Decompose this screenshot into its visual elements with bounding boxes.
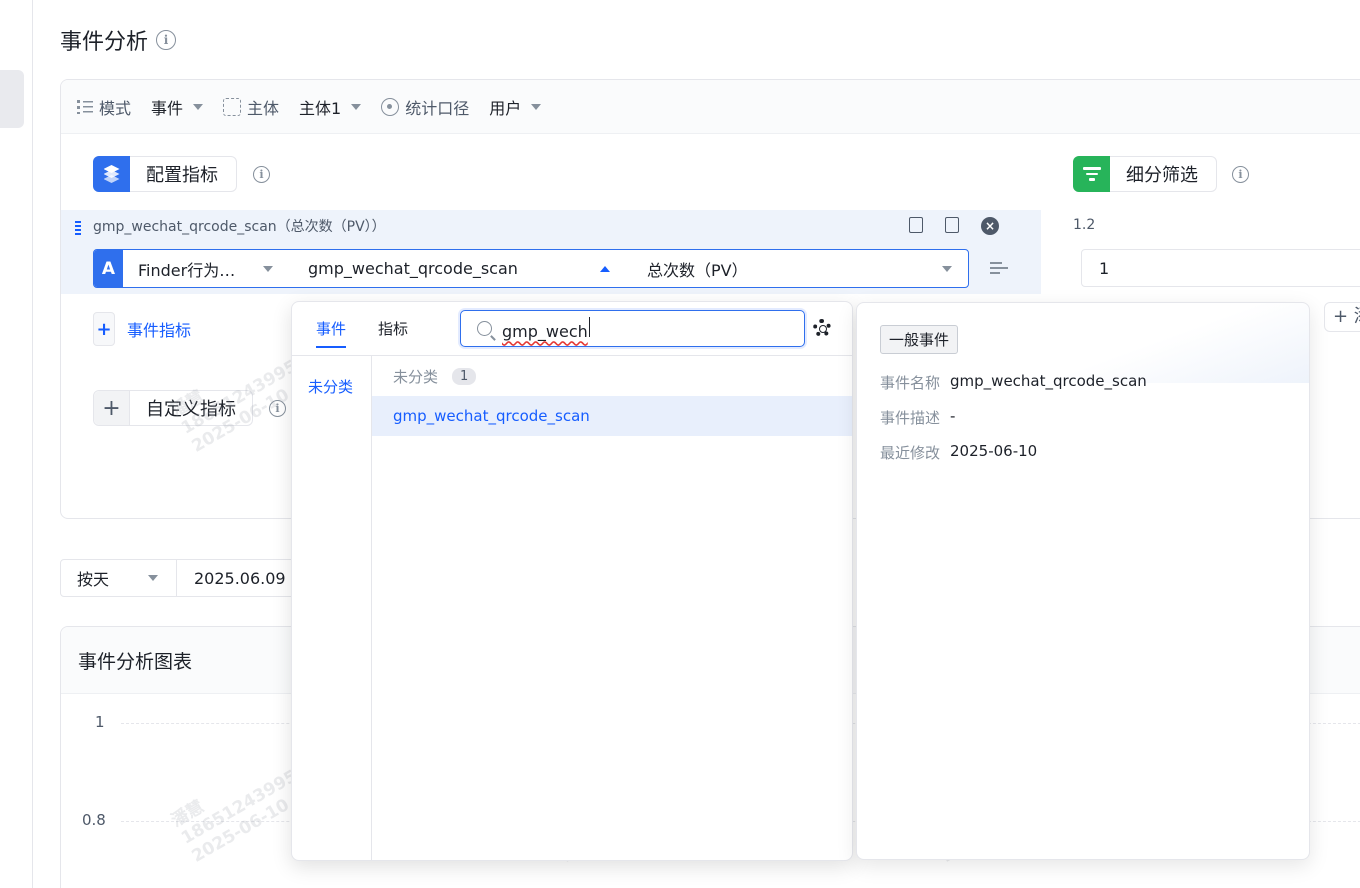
group-header: 未分类 1 [393, 366, 477, 387]
subject-label-text: 主体 [247, 98, 280, 118]
mode-label-text: 模式 [99, 98, 132, 118]
aggregation-value: 总次数（PV） [647, 260, 748, 280]
y-tick: 1 [95, 713, 105, 731]
formula-value: 1 [1099, 258, 1110, 278]
layers-icon [93, 156, 130, 192]
granularity-value: 按天 [77, 570, 110, 589]
picker-tabs: 事件 指标 [316, 318, 408, 348]
search-value: gmp_wech [502, 321, 588, 341]
source-select[interactable]: Finder行为… [123, 257, 293, 281]
chart-title: 事件分析图表 [78, 650, 193, 673]
rail-tab[interactable] [0, 70, 24, 128]
gear-icon[interactable] [813, 319, 831, 337]
metric-row-actions: × [909, 217, 999, 235]
subject-select[interactable]: 主体1 [299, 95, 362, 119]
chevron-down-icon [148, 575, 158, 581]
save-icon[interactable] [945, 217, 959, 233]
custom-metric-button[interactable]: + 自定义指标 [93, 390, 253, 426]
category-sidebar: 未分类 [292, 356, 372, 860]
event-select[interactable]: gmp_wechat_qrcode_scan [293, 259, 632, 278]
aggregation-select[interactable]: 总次数（PV） [632, 257, 968, 281]
event-detail-panel: 一般事件 事件名称 gmp_wechat_qrcode_scan 事件描述 - … [856, 302, 1310, 860]
detail-desc: 事件描述 - [880, 407, 955, 428]
tab-event[interactable]: 事件 [316, 318, 347, 348]
drag-handle-icon[interactable] [75, 221, 81, 235]
info-icon[interactable]: i [156, 30, 177, 50]
config-metric-button[interactable]: 配置指标 [93, 156, 237, 192]
list-item-label: gmp_wechat_qrcode_scan [393, 407, 590, 425]
chevron-up-icon [600, 265, 610, 272]
event-value: gmp_wechat_qrcode_scan [308, 259, 518, 278]
chevron-down-icon [531, 103, 542, 110]
detail-key: 事件名称 [880, 374, 941, 392]
detail-key: 事件描述 [880, 409, 941, 427]
list-icon [77, 99, 93, 115]
user-icon [223, 97, 242, 116]
toolbar: 模式 事件 主体 主体1 统计口径 用户 [61, 80, 1360, 134]
left-rail [0, 0, 33, 888]
date-range-value: 2025.06.09 - [194, 568, 297, 588]
metric-badge: A [94, 250, 123, 287]
detail-value: - [950, 407, 956, 425]
group-by-icon[interactable] [990, 262, 1008, 276]
page-title-text: 事件分析 [60, 30, 149, 55]
event-search-input[interactable]: gmp_wech [460, 310, 805, 347]
category-uncategorized[interactable]: 未分类 [308, 376, 353, 397]
target-icon [381, 97, 400, 116]
list-item[interactable]: gmp_wechat_qrcode_scan [372, 396, 852, 436]
event-type-tag: 一般事件 [880, 325, 959, 354]
info-icon[interactable]: i [1232, 166, 1249, 183]
detail-modified: 最近修改 2025-06-10 [880, 442, 1037, 463]
mode-select[interactable]: 事件 [151, 95, 204, 119]
filter-button[interactable]: 细分筛选 [1073, 156, 1217, 192]
chevron-down-icon [193, 103, 204, 110]
metric-select[interactable]: A Finder行为… gmp_wechat_qrcode_scan 总次数（P… [93, 249, 969, 288]
scope-value: 用户 [489, 98, 522, 118]
detail-value: gmp_wechat_qrcode_scan [950, 372, 1147, 390]
search-icon [477, 321, 492, 336]
scope-label: 统计口径 [381, 95, 469, 119]
chevron-down-icon [263, 265, 273, 272]
mode-label: 模式 [77, 95, 131, 119]
detail-key: 最近修改 [880, 444, 941, 462]
scope-label-text: 统计口径 [405, 98, 470, 118]
plus-icon: + [93, 312, 115, 346]
filter-icon [1073, 156, 1110, 192]
detail-value: 2025-06-10 [950, 442, 1038, 460]
add-event-metric[interactable]: + 事件指标 [93, 312, 191, 346]
y-tick: 0.8 [82, 811, 106, 829]
event-picker-dropdown: 事件 指标 gmp_wech 未分类 未分类 1 gmp_wechat_qrco… [291, 301, 853, 861]
close-icon[interactable]: × [981, 217, 999, 235]
scope-select[interactable]: 用户 [489, 95, 542, 119]
copy-icon[interactable] [909, 217, 923, 233]
plus-icon: + [94, 391, 130, 425]
chevron-down-icon [351, 103, 362, 110]
custom-metric-label: 自定义指标 [146, 399, 236, 420]
detail-name: 事件名称 gmp_wechat_qrcode_scan [880, 372, 1147, 393]
info-icon[interactable]: i [253, 166, 270, 183]
granularity-select[interactable]: 按天 [60, 559, 177, 597]
filter-label: 细分筛选 [1126, 165, 1198, 186]
formula-input[interactable]: 1 [1081, 249, 1360, 287]
group-count-badge: 1 [452, 368, 477, 385]
info-icon[interactable]: i [269, 400, 286, 417]
add-filter-button[interactable]: + 添 [1324, 302, 1360, 332]
tab-metric[interactable]: 指标 [378, 318, 408, 348]
add-event-label: 事件指标 [127, 321, 192, 340]
text-cursor [588, 316, 590, 337]
page-title: 事件分析 i [60, 24, 177, 56]
subject-value: 主体1 [299, 98, 342, 118]
divider [292, 355, 852, 356]
config-metric-label: 配置指标 [146, 165, 218, 186]
subject-label: 主体 [223, 95, 279, 119]
mode-value: 事件 [151, 98, 184, 118]
formula-label: 1.2 [1073, 217, 1096, 233]
source-value: Finder行为… [138, 260, 236, 280]
chevron-down-icon [942, 265, 952, 272]
group-label: 未分类 [393, 368, 439, 386]
metric-name: gmp_wechat_qrcode_scan（总次数（PV）） [93, 219, 386, 235]
